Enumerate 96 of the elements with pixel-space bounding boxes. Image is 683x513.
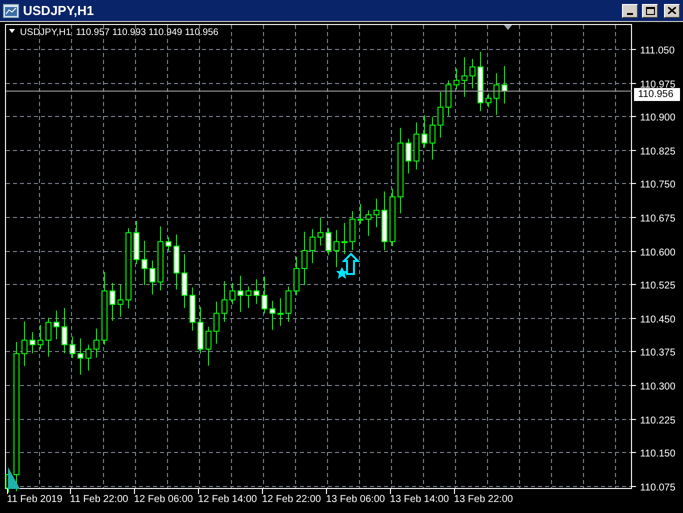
candlestick bbox=[494, 72, 500, 116]
candlestick bbox=[62, 307, 68, 354]
candlestick bbox=[326, 228, 332, 256]
maximize-icon bbox=[646, 6, 654, 14]
candlestick bbox=[22, 320, 28, 367]
candlestick bbox=[214, 301, 220, 344]
dropdown-triangle-icon[interactable] bbox=[9, 29, 15, 33]
time-axis-label: 13 Feb 22:00 bbox=[454, 494, 513, 505]
candlestick bbox=[454, 68, 460, 90]
current-price-label: 110.956 bbox=[634, 88, 680, 102]
candlestick bbox=[358, 204, 364, 224]
candlestick bbox=[278, 298, 284, 326]
candlestick bbox=[38, 324, 44, 350]
candlestick bbox=[70, 336, 76, 359]
candlestick bbox=[382, 190, 388, 251]
chart-window-icon bbox=[3, 4, 19, 18]
candlestick bbox=[118, 284, 124, 318]
price-axis-label: 110.900 bbox=[640, 112, 676, 124]
candlestick bbox=[110, 282, 116, 322]
chart-symbol: USDJPY,H1 bbox=[20, 27, 72, 38]
minimize-icon bbox=[627, 12, 633, 14]
candlestick bbox=[422, 114, 428, 148]
price-axis-label: 110.450 bbox=[640, 314, 676, 326]
price-axis-label: 110.975 bbox=[640, 80, 676, 90]
candlestick bbox=[150, 260, 156, 295]
candlestick bbox=[430, 116, 436, 160]
candlestick bbox=[414, 122, 420, 170]
ohlc-values: 110.957 110.993 110.949 110.956 bbox=[76, 27, 218, 38]
candlestick bbox=[270, 300, 276, 330]
candlestick bbox=[462, 56, 468, 98]
candlestick bbox=[86, 344, 92, 372]
candlestick bbox=[334, 230, 340, 268]
candlestick bbox=[294, 256, 300, 296]
candlestick bbox=[390, 188, 396, 247]
candlestick bbox=[478, 51, 484, 112]
price-axis-label: 110.375 bbox=[640, 348, 676, 358]
price-axis-label: 110.300 bbox=[640, 382, 676, 392]
time-axis-label: 13 Feb 14:00 bbox=[390, 494, 449, 505]
candlestick bbox=[206, 326, 212, 366]
candlestick bbox=[310, 228, 316, 264]
price-axis-label: 111.050 bbox=[640, 46, 675, 56]
price-axis-label: 110.150 bbox=[640, 448, 676, 460]
price-axis-label: 110.825 bbox=[640, 146, 676, 158]
candlestick bbox=[342, 222, 348, 255]
time-axis-label: 12 Feb 14:00 bbox=[198, 494, 257, 505]
candlestick bbox=[350, 210, 356, 251]
time-axis-label: 12 Feb 06:00 bbox=[134, 494, 193, 505]
candlestick bbox=[174, 234, 180, 290]
candlestick bbox=[438, 92, 444, 138]
candlestick bbox=[302, 231, 308, 286]
minimize-button[interactable] bbox=[622, 4, 638, 18]
candlestick bbox=[486, 93, 492, 108]
candlestick bbox=[46, 317, 52, 358]
candlestick bbox=[446, 80, 452, 116]
candlestick bbox=[230, 282, 236, 305]
candlestick bbox=[470, 58, 476, 89]
price-axis-label: 110.675 bbox=[640, 214, 676, 224]
candlestick bbox=[182, 254, 188, 308]
candlestick bbox=[406, 138, 412, 174]
candlestick bbox=[502, 66, 508, 104]
candlestick bbox=[222, 280, 228, 322]
close-button[interactable] bbox=[664, 4, 680, 18]
maximize-button[interactable] bbox=[642, 4, 658, 18]
candlestick bbox=[374, 198, 380, 228]
candlestick bbox=[134, 220, 140, 265]
close-icon bbox=[668, 7, 676, 14]
price-axis-label: 110.525 bbox=[640, 280, 676, 292]
candlestick bbox=[366, 210, 372, 236]
candlestick bbox=[78, 338, 84, 376]
window-title: USDJPY,H1 bbox=[23, 2, 95, 20]
candlestick bbox=[246, 286, 252, 308]
candlestick bbox=[262, 276, 268, 314]
candlestick bbox=[142, 240, 148, 286]
candlestick bbox=[30, 332, 36, 354]
candlestick bbox=[94, 328, 100, 358]
time-axis-label: 11 Feb 2019 bbox=[7, 494, 62, 505]
candlestick bbox=[254, 278, 260, 304]
price-axis-label: 110.750 bbox=[640, 180, 676, 190]
candlestick bbox=[318, 216, 324, 246]
candlestick bbox=[286, 286, 292, 322]
up-arrow-icon bbox=[342, 252, 360, 275]
candlestick bbox=[54, 310, 60, 340]
candlestick bbox=[158, 226, 164, 291]
price-axis-label: 110.225 bbox=[640, 416, 676, 426]
time-axis-label: 12 Feb 22:00 bbox=[262, 494, 321, 505]
candlestick bbox=[198, 306, 204, 354]
star-icon bbox=[336, 267, 348, 279]
triangle-marker-icon bbox=[8, 467, 20, 489]
price-axis-label: 110.075 bbox=[640, 482, 676, 494]
price-axis-label: 110.600 bbox=[640, 248, 676, 258]
candlestick bbox=[238, 275, 244, 312]
time-axis-label: 13 Feb 06:00 bbox=[326, 494, 385, 505]
time-axis-label: 11 Feb 22:00 bbox=[70, 494, 128, 505]
chart-shift-marker-icon[interactable] bbox=[504, 25, 512, 30]
candlestick bbox=[190, 286, 196, 332]
candlestick bbox=[166, 236, 172, 252]
